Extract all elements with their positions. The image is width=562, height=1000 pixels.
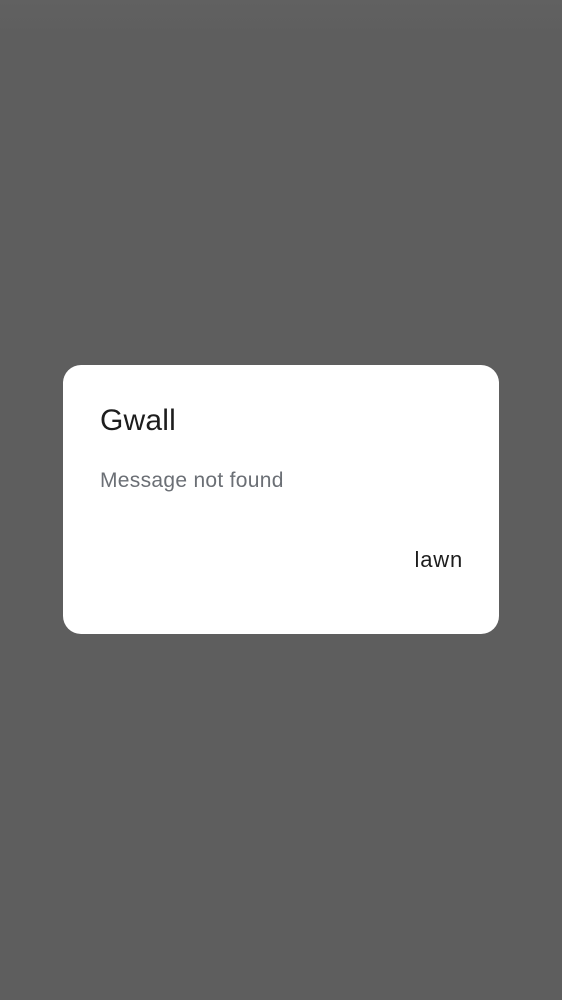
alert-dialog: Gwall Message not found lawn (63, 365, 499, 634)
dialog-confirm-button[interactable]: lawn (395, 543, 483, 577)
status-bar-scrim (0, 0, 562, 36)
dialog-message: Message not found (100, 469, 284, 492)
dialog-title: Gwall (100, 404, 177, 437)
